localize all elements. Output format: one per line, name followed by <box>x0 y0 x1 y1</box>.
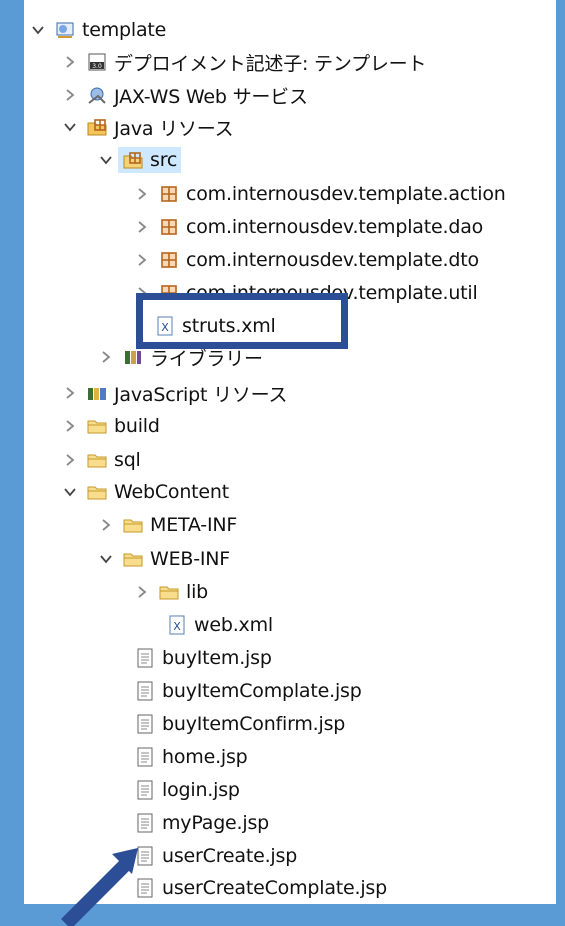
tree-item-jsp[interactable]: buyItem.jsp <box>134 642 556 674</box>
tree-item-webcontent[interactable]: WebContent <box>62 476 556 508</box>
java-resources-icon <box>86 116 108 138</box>
tree-item-jsp[interactable]: userCreateComplate.jsp <box>134 872 556 904</box>
tree-item-label: デプロイメント記述子: テンプレート <box>114 52 427 75</box>
tree-item-src[interactable]: src <box>98 144 556 176</box>
tree-item-jsp[interactable]: login.jsp <box>134 774 556 806</box>
tree-item-package-action[interactable]: com.internousdev.template.action <box>134 178 556 210</box>
tree-item-java-resources[interactable]: Java リソース <box>62 111 556 143</box>
tree-item-jsp[interactable]: buyItemConfirm.jsp <box>134 708 556 740</box>
chevron-right-icon[interactable] <box>134 186 150 202</box>
project-explorer-panel: template 3.0 デプロイメント記述子: テンプレート JAX-WS W… <box>24 0 556 904</box>
tree-item-label: login.jsp <box>162 779 240 801</box>
folder-icon <box>86 415 108 437</box>
tree-item-label: WebContent <box>114 481 229 503</box>
tree-item-meta-inf[interactable]: META-INF <box>98 509 556 541</box>
tree-item-label: buyItem.jsp <box>162 647 272 669</box>
tree-item-label: com.internousdev.template.dao <box>186 216 484 238</box>
tree-item-label: userCreateComplate.jsp <box>162 877 387 899</box>
tree-item-package-dto[interactable]: com.internousdev.template.dto <box>134 244 556 276</box>
tree-item-label: web.xml <box>194 614 273 636</box>
chevron-down-icon[interactable] <box>62 119 78 135</box>
tree-item-package-dao[interactable]: com.internousdev.template.dao <box>134 211 556 243</box>
svg-text:X: X <box>173 620 181 633</box>
tree-item-label: userCreate.jsp <box>162 845 298 867</box>
tree-item-label: JAX-WS Web サービス <box>114 85 308 108</box>
folder-icon <box>86 449 108 471</box>
tree-item-struts-xml[interactable]: X struts.xml <box>154 310 334 342</box>
tree-item-label: home.jsp <box>162 746 248 768</box>
tree-item-label: template <box>82 19 167 41</box>
jsp-file-icon <box>134 647 156 669</box>
tree-item-label: WEB-INF <box>150 548 231 570</box>
tree-item-label: src <box>150 149 178 171</box>
chevron-right-icon[interactable] <box>62 385 78 401</box>
chevron-right-icon[interactable] <box>134 252 150 268</box>
tree-item-label: Java リソース <box>114 117 234 140</box>
tree-item-label: struts.xml <box>182 315 276 337</box>
chevron-down-icon[interactable] <box>98 551 114 567</box>
chevron-right-icon[interactable] <box>62 452 78 468</box>
package-icon <box>158 249 180 271</box>
chevron-down-icon[interactable] <box>62 484 78 500</box>
jsp-file-icon <box>134 746 156 768</box>
chevron-down-icon[interactable] <box>30 22 46 38</box>
chevron-right-icon[interactable] <box>98 517 114 533</box>
chevron-right-icon[interactable] <box>134 584 150 600</box>
tree-item-label: buyItemComplate.jsp <box>162 680 362 702</box>
tree-item-jsp[interactable]: buyItemComplate.jsp <box>134 675 556 707</box>
annotation-arrow-icon <box>61 848 138 926</box>
package-icon <box>158 216 180 238</box>
tree-item-label: JavaScript リソース <box>114 383 288 406</box>
tree-item-label: com.internousdev.template.action <box>186 183 506 205</box>
source-folder-icon <box>122 149 144 171</box>
tree-item-jsp[interactable]: myPage.jsp <box>134 807 556 839</box>
tree-item-label: META-INF <box>150 514 238 536</box>
tree-item-jsp[interactable]: home.jsp <box>134 741 556 773</box>
tree-item-label: lib <box>186 581 209 603</box>
tree-item-jsp[interactable]: userCreate.jsp <box>134 840 556 872</box>
jsp-file-icon <box>134 680 156 702</box>
tree-item-label: build <box>114 415 160 437</box>
tree-item-label: buyItemConfirm.jsp <box>162 713 346 735</box>
xml-file-icon: X <box>154 315 176 337</box>
deployment-descriptor-icon: 3.0 <box>86 51 108 73</box>
svg-text:X: X <box>161 321 169 334</box>
tree-item-javascript-resources[interactable]: JavaScript リソース <box>62 377 556 409</box>
library-icon <box>122 346 144 368</box>
chevron-right-icon[interactable] <box>62 418 78 434</box>
svg-text:3.0: 3.0 <box>92 63 102 70</box>
folder-icon <box>158 581 180 603</box>
chevron-right-icon[interactable] <box>134 219 150 235</box>
chevron-right-icon[interactable] <box>62 87 78 103</box>
web-project-icon <box>54 19 76 41</box>
chevron-right-icon[interactable] <box>98 349 114 365</box>
xml-file-icon: X <box>166 614 188 636</box>
js-resources-icon <box>86 382 108 404</box>
tree-item-label: com.internousdev.template.dto <box>186 249 479 271</box>
tree-item-sql[interactable]: sql <box>62 444 556 476</box>
tree-item-web-inf[interactable]: WEB-INF <box>98 543 556 575</box>
tree-item-jaxws[interactable]: JAX-WS Web サービス <box>62 79 556 111</box>
tree-item-web-xml[interactable]: X web.xml <box>166 609 556 641</box>
jsp-file-icon <box>134 812 156 834</box>
tree-item-build[interactable]: build <box>62 410 556 442</box>
tree-item-label: myPage.jsp <box>162 812 270 834</box>
folder-icon <box>86 481 108 503</box>
chevron-down-icon[interactable] <box>98 152 114 168</box>
tree-item-lib[interactable]: lib <box>134 576 556 608</box>
webservice-icon <box>86 84 108 106</box>
folder-icon <box>122 548 144 570</box>
folder-icon <box>122 514 144 536</box>
selection-highlight: src <box>118 147 182 173</box>
jsp-file-icon <box>134 713 156 735</box>
chevron-right-icon[interactable] <box>62 54 78 70</box>
jsp-file-icon <box>134 779 156 801</box>
tree-item-label: sql <box>114 449 141 471</box>
tree-item-template[interactable]: template <box>30 14 556 46</box>
package-icon <box>158 183 180 205</box>
tree-item-deployment-descriptor[interactable]: 3.0 デプロイメント記述子: テンプレート <box>62 46 556 78</box>
